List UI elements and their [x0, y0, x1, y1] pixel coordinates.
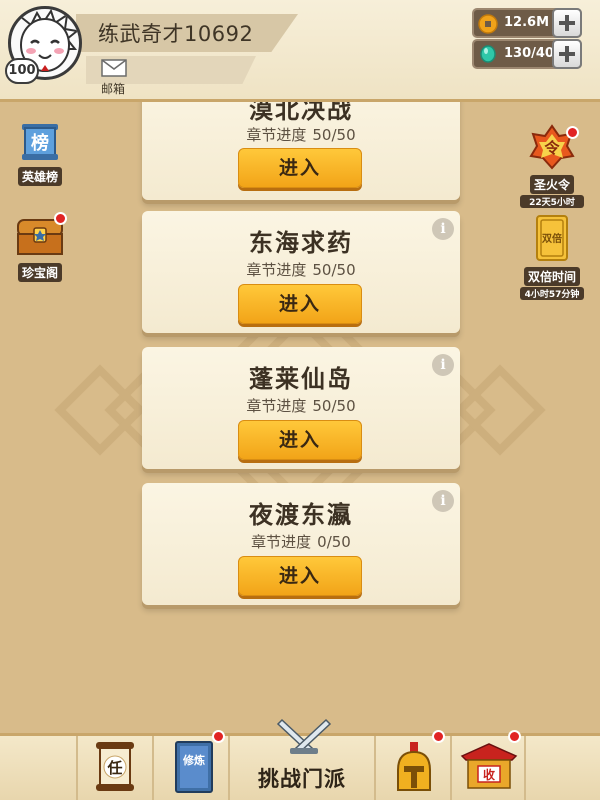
coins-counter: 12.6M — [472, 8, 582, 38]
notification-dot — [432, 730, 445, 743]
mail-icon[interactable] — [101, 59, 127, 77]
gems-counter: 130/40 — [472, 39, 582, 69]
add-coins-button[interactable] — [552, 8, 582, 38]
coins-value: 12.6M — [504, 15, 550, 30]
ranking-scroll-icon: 榜 — [22, 124, 58, 160]
chapter-progress: 章节进度 50/50 — [246, 397, 356, 415]
add-gems-button[interactable] — [552, 39, 582, 69]
chapter-title: 夜渡东瀛 — [249, 501, 353, 529]
level-badge: 100 — [5, 58, 39, 84]
top-header: 练武奇才10692 100 邮箱 12.6M 130/40 — [0, 0, 600, 102]
chapter-title: 东海求药 — [249, 229, 353, 257]
nav-warrior-button[interactable] — [374, 730, 450, 800]
chapter-progress: 章节进度 0/50 — [251, 533, 351, 551]
notification-dot — [566, 126, 579, 139]
holy-fire-token-button[interactable]: 令 圣火令 22天5小时 — [520, 124, 584, 208]
nav-task-button[interactable]: 任 — [76, 736, 152, 800]
holy-fire-token-label: 圣火令 — [529, 175, 574, 194]
chapter-title: 蓬莱仙岛 — [249, 365, 353, 393]
treasure-pavilion-label: 珍宝阁 — [17, 263, 62, 282]
chapter-card-4: i 夜渡东瀛 章节进度 0/50 进入 — [142, 483, 460, 605]
chapter-card-2: i 东海求药 章节进度 50/50 进入 — [142, 211, 460, 333]
crossed-swords-icon — [276, 718, 332, 754]
chapter-progress: 章节进度 50/50 — [246, 126, 356, 144]
enter-button[interactable]: 进入 — [238, 556, 362, 596]
ranking-icon-text: 榜 — [31, 132, 49, 154]
enter-button[interactable]: 进入 — [238, 148, 362, 188]
double-card-icon: 双倍 — [536, 215, 568, 261]
hero-ranking-button[interactable]: 榜 英雄榜 — [8, 122, 72, 186]
mail-label[interactable]: 邮箱 — [101, 80, 125, 97]
collection-shop-icon: 收 — [460, 743, 518, 789]
nav-training-button[interactable]: 修炼 — [152, 730, 228, 800]
notification-dot — [508, 730, 521, 743]
notification-dot — [54, 212, 67, 225]
holy-fire-token-timer: 22天5小时 — [520, 195, 584, 208]
treasure-pavilion-button[interactable]: 珍宝阁 — [8, 212, 72, 282]
challenge-sect-label: 挑战门派 — [258, 767, 346, 791]
task-icon-text: 任 — [106, 759, 122, 777]
warrior-helmet-icon — [397, 742, 431, 791]
jade-gem-icon — [480, 45, 496, 63]
training-book-icon: 修炼 — [175, 741, 213, 793]
nav-challenge-sect-button[interactable]: 挑战门派 — [228, 718, 374, 800]
gems-value: 130/40 — [504, 46, 554, 61]
nav-collect-button[interactable]: 收 — [450, 730, 526, 800]
coin-icon — [478, 14, 498, 34]
hero-ranking-label: 英雄榜 — [17, 167, 62, 186]
double-time-label: 双倍时间 — [523, 267, 580, 286]
collect-icon-text: 收 — [483, 767, 495, 782]
notification-dot — [212, 730, 225, 743]
enter-button[interactable]: 进入 — [238, 420, 362, 460]
double-card-icon-text: 双倍 — [542, 232, 562, 245]
player-name: 练武奇才10692 — [98, 22, 254, 46]
double-time-timer: 4小时57分钟 — [520, 287, 584, 300]
double-time-button[interactable]: 双倍 双倍时间 4小时57分钟 — [520, 214, 584, 300]
chapter-card-3: i 蓬莱仙岛 章节进度 50/50 进入 — [142, 347, 460, 469]
task-scroll-icon: 任 — [96, 742, 134, 791]
chapter-progress: 章节进度 50/50 — [246, 261, 356, 279]
enter-button[interactable]: 进入 — [238, 284, 362, 324]
training-icon-text: 修炼 — [182, 753, 205, 767]
bottom-nav: 任 修炼 挑战门派 收 — [0, 718, 600, 800]
fire-token-icon-text: 令 — [544, 139, 560, 157]
